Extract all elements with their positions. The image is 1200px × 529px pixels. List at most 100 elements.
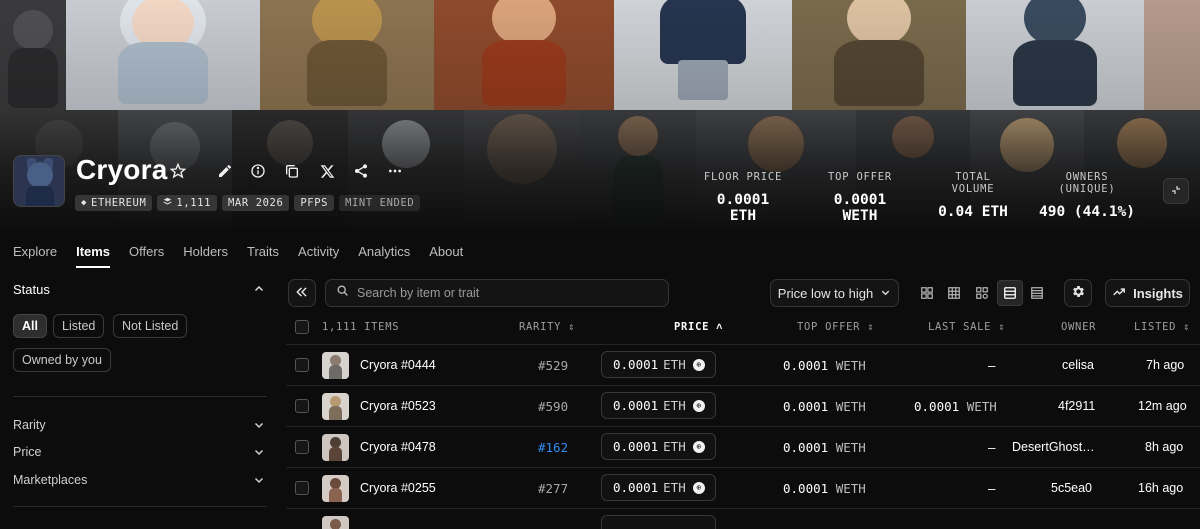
item-thumbnail <box>322 393 349 420</box>
toggle-sidebar-button[interactable] <box>288 279 316 307</box>
sort-label: Price low to high <box>777 285 874 301</box>
row-checkbox[interactable] <box>295 440 309 454</box>
item-name[interactable]: Cryora #0444 <box>360 358 436 372</box>
star-icon[interactable] <box>167 160 189 182</box>
top-offer-sort-header[interactable]: TOP OFFER ⇕ <box>797 321 874 333</box>
x-logo-icon[interactable] <box>316 160 338 182</box>
item-name[interactable]: Cryora #0478 <box>360 440 436 454</box>
share-icon[interactable] <box>350 160 372 182</box>
table-row[interactable]: Cryora #0478 #162 0.0001 ETH ⊕ 0.0001 WE… <box>286 426 1200 467</box>
info-icon[interactable] <box>247 160 269 182</box>
collapse-header-button[interactable] <box>1163 178 1189 204</box>
listed-sort-header[interactable]: LISTED ⇕ <box>1134 321 1190 333</box>
table-row[interactable]: Cryora #0444 #529 0.0001 ETH ⊕ 0.0001 WE… <box>286 344 1200 385</box>
items-count-header: 1,111 ITEMS <box>322 321 400 333</box>
insights-button[interactable]: Insights <box>1105 279 1190 307</box>
search-icon <box>336 284 349 302</box>
item-listed-time: 12m ago <box>1138 399 1187 413</box>
marketplace-icon: ⊕ <box>692 481 705 494</box>
select-all-checkbox[interactable] <box>295 320 309 334</box>
filter-marketplaces[interactable]: Marketplaces <box>13 473 87 487</box>
filter-rarity[interactable]: Rarity <box>13 418 46 432</box>
item-name[interactable]: Cryora #0255 <box>360 481 436 495</box>
more-icon[interactable] <box>384 160 406 182</box>
settings-button[interactable] <box>1064 279 1092 307</box>
item-thumbnail <box>322 434 349 461</box>
tab-holders[interactable]: Holders <box>183 244 228 266</box>
collapse-icon <box>1170 184 1182 199</box>
status-all-pill[interactable]: All <box>13 314 47 338</box>
item-rarity: #529 <box>538 358 569 373</box>
item-top-offer: 0.0001 WETH <box>783 440 866 455</box>
tab-items[interactable]: Items <box>76 244 110 268</box>
row-checkbox[interactable] <box>295 399 309 413</box>
price-buy-button[interactable]: 0.0001 ETH ⊕ <box>601 433 716 460</box>
stat-owners: OWNERS (UNIQUE) 490 (44.1%) <box>1038 171 1136 220</box>
price-buy-button[interactable] <box>601 515 716 529</box>
tab-explore[interactable]: Explore <box>13 244 57 266</box>
item-owner[interactable]: 5c5ea0 <box>1051 481 1092 495</box>
rarity-sort-header[interactable]: RARITY ⇕ <box>519 321 575 333</box>
table-row-partial[interactable] <box>286 508 1200 529</box>
stat-total-volume: TOTAL VOLUME 0.04 ETH <box>938 171 1008 220</box>
tab-about[interactable]: About <box>429 244 463 266</box>
category-tag: PFPS <box>294 195 335 211</box>
marketplace-icon: ⊕ <box>692 358 705 371</box>
item-last-sale: – <box>988 440 996 455</box>
item-thumbnail <box>322 516 349 529</box>
item-name[interactable]: Cryora #0523 <box>360 399 436 413</box>
row-checkbox[interactable] <box>295 358 309 372</box>
item-thumbnail <box>322 475 349 502</box>
chevron-down-icon[interactable] <box>252 474 266 488</box>
price-buy-button[interactable]: 0.0001 ETH ⊕ <box>601 392 716 419</box>
stat-floor-price: FLOOR PRICE 0.0001 ETH <box>703 171 783 224</box>
sidebar-divider <box>13 396 267 397</box>
filter-price[interactable]: Price <box>13 445 41 459</box>
item-owner[interactable]: 4f2911 <box>1058 399 1095 413</box>
grid-large-view-icon[interactable] <box>918 284 936 302</box>
last-sale-sort-header[interactable]: LAST SALE ⇕ <box>928 321 1005 333</box>
tab-traits[interactable]: Traits <box>247 244 279 266</box>
collection-avatar <box>13 155 65 207</box>
chevron-down-icon[interactable] <box>252 419 266 433</box>
price-buy-button[interactable]: 0.0001 ETH ⊕ <box>601 474 716 501</box>
item-thumbnail <box>322 352 349 379</box>
date-tag: MAR 2026 <box>222 195 290 211</box>
status-listed-pill[interactable]: Listed <box>53 314 105 338</box>
mosaic-view-icon[interactable] <box>973 284 991 302</box>
trending-up-icon <box>1112 285 1126 302</box>
chevron-up-icon[interactable] <box>252 283 266 297</box>
item-last-sale: 0.0001 WETH <box>914 399 997 414</box>
search-input[interactable] <box>357 286 657 300</box>
status-filter-title[interactable]: Status <box>13 282 50 297</box>
status-owned-pill[interactable]: Owned by you <box>13 348 111 372</box>
item-top-offer: 0.0001 WETH <box>783 358 866 373</box>
item-last-sale: – <box>988 481 996 496</box>
row-checkbox[interactable] <box>295 481 309 495</box>
item-listed-time: 8h ago <box>1145 440 1184 454</box>
item-owner[interactable]: DesertGhost… <box>1012 440 1095 454</box>
search-bar[interactable] <box>325 279 669 307</box>
chevron-down-icon[interactable] <box>252 446 266 460</box>
item-owner[interactable]: celisa <box>1062 358 1094 372</box>
collection-tags: ◆ ETHEREUM 1,111 MAR 2026 PFPS MINT ENDE… <box>75 195 421 211</box>
pencil-icon[interactable] <box>214 160 236 182</box>
item-rarity[interactable]: #162 <box>538 440 568 455</box>
grid-small-view-icon[interactable] <box>945 284 963 302</box>
sort-dropdown[interactable]: Price low to high <box>770 279 899 307</box>
price-sort-header[interactable]: PRICE ˄ <box>674 321 723 334</box>
table-header: 1,111 ITEMS RARITY ⇕ PRICE ˄ TOP OFFER ⇕… <box>286 320 1200 334</box>
copy-icon[interactable] <box>281 160 303 182</box>
tab-offers[interactable]: Offers <box>129 244 164 266</box>
table-view-icon[interactable] <box>1028 284 1046 302</box>
tab-analytics[interactable]: Analytics <box>358 244 410 266</box>
table-row[interactable]: Cryora #0523 #590 0.0001 ETH ⊕ 0.0001 WE… <box>286 385 1200 426</box>
marketplace-icon: ⊕ <box>692 399 705 412</box>
list-view-icon[interactable] <box>997 280 1023 306</box>
table-row[interactable]: Cryora #0255 #277 0.0001 ETH ⊕ 0.0001 WE… <box>286 467 1200 508</box>
status-not-listed-pill[interactable]: Not Listed <box>113 314 188 338</box>
price-buy-button[interactable]: 0.0001 ETH ⊕ <box>601 351 716 378</box>
tab-activity[interactable]: Activity <box>298 244 339 266</box>
gear-icon <box>1071 284 1086 302</box>
stat-top-offer: TOP OFFER 0.0001 WETH <box>827 171 893 224</box>
